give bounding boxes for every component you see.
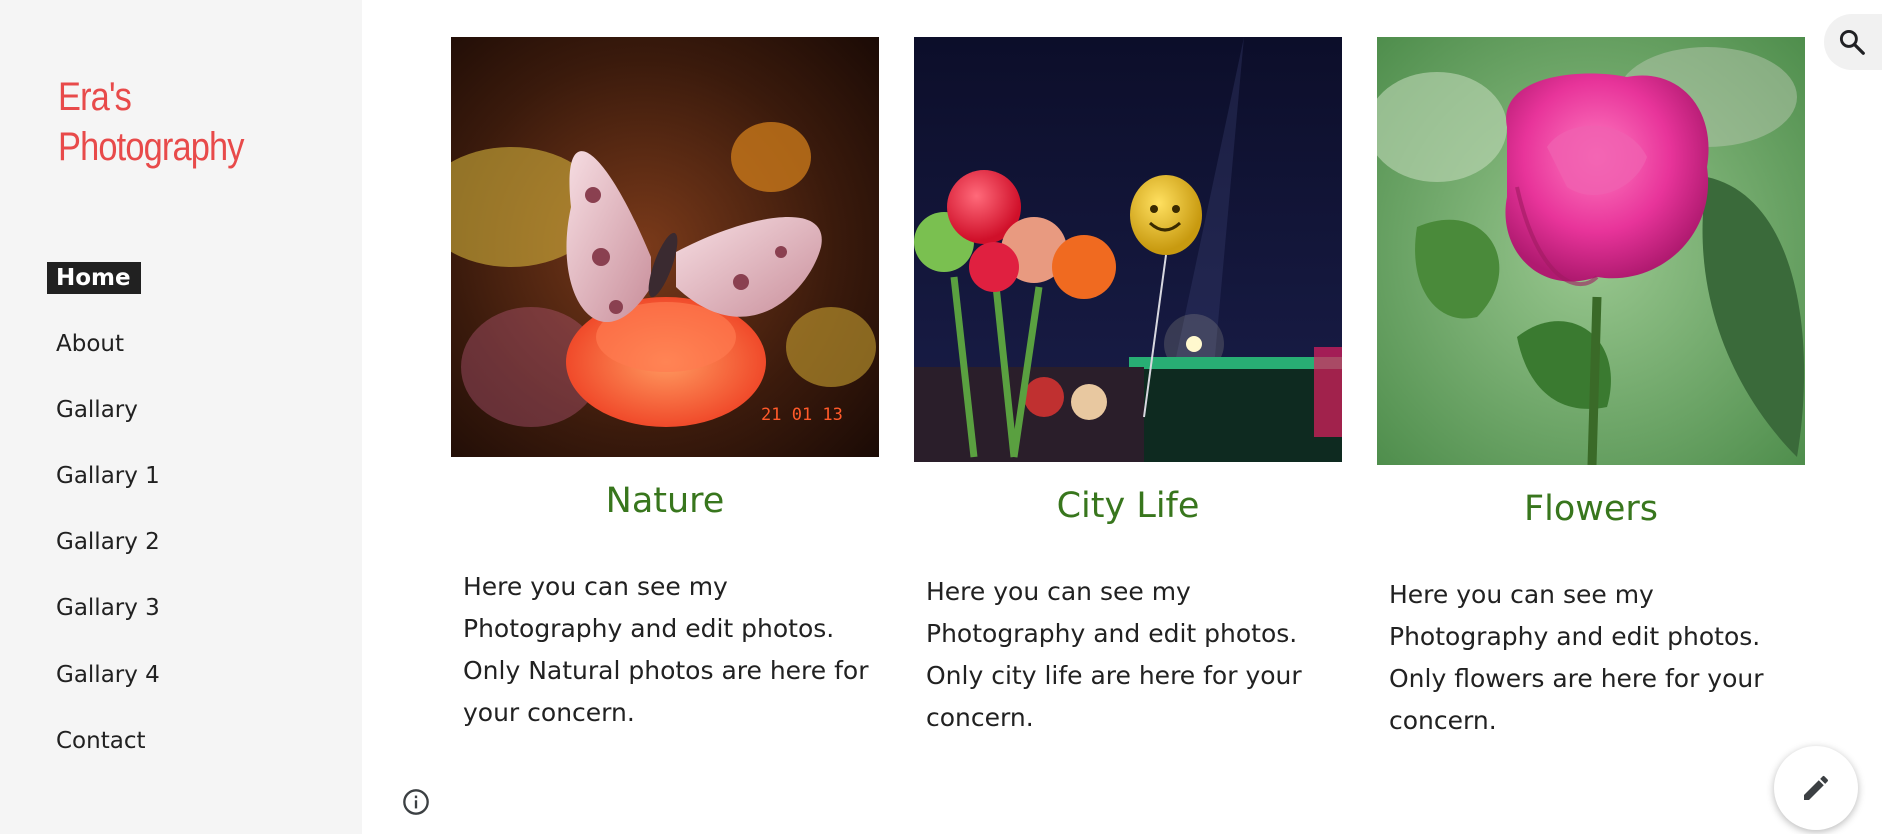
site-title-line-2: Photography	[58, 125, 244, 169]
photo-date-stamp: 21 01 13	[761, 405, 843, 425]
nav-item-contact[interactable]: Contact	[56, 726, 145, 756]
nav-item-gallary-4[interactable]: Gallary 4	[56, 660, 160, 690]
balloons-image	[914, 37, 1342, 462]
card-title-flowers: Flowers	[1523, 489, 1659, 529]
info-button[interactable]	[402, 788, 430, 816]
card-title-nature: Nature	[605, 481, 725, 521]
nav-item-home[interactable]: Home	[47, 262, 141, 294]
flowers-photo[interactable]	[1377, 37, 1805, 465]
nav-item-gallary-3[interactable]: Gallary 3	[56, 593, 160, 623]
card-text-city-life: Here you can see my Photography and edit…	[926, 577, 1302, 732]
card-title-city-life: City Life	[1056, 486, 1200, 526]
search-button[interactable]	[1824, 14, 1882, 70]
search-icon	[1839, 29, 1865, 55]
sidebar: Era's Photography Home About Gallary Gal…	[0, 0, 362, 834]
nav-item-gallary-1[interactable]: Gallary 1	[56, 461, 160, 491]
site-title-line-1: Era's	[58, 75, 132, 119]
nav-item-gallary[interactable]: Gallary	[56, 395, 138, 425]
pencil-icon	[1804, 775, 1829, 800]
nav-item-gallary-2[interactable]: Gallary 2	[56, 527, 160, 557]
city-life-photo[interactable]	[914, 37, 1342, 462]
card-text-nature: Here you can see my Photography and edit…	[463, 572, 869, 727]
rose-image	[1377, 37, 1805, 465]
nav-item-about[interactable]: About	[56, 329, 124, 359]
edit-button[interactable]	[1774, 746, 1858, 830]
nature-photo[interactable]: 21 01 13	[451, 37, 879, 457]
info-icon	[403, 789, 429, 815]
site-title[interactable]: Era's Photography	[58, 72, 308, 172]
butterfly-image: 21 01 13	[451, 37, 879, 457]
card-text-flowers: Here you can see my Photography and edit…	[1389, 580, 1764, 735]
